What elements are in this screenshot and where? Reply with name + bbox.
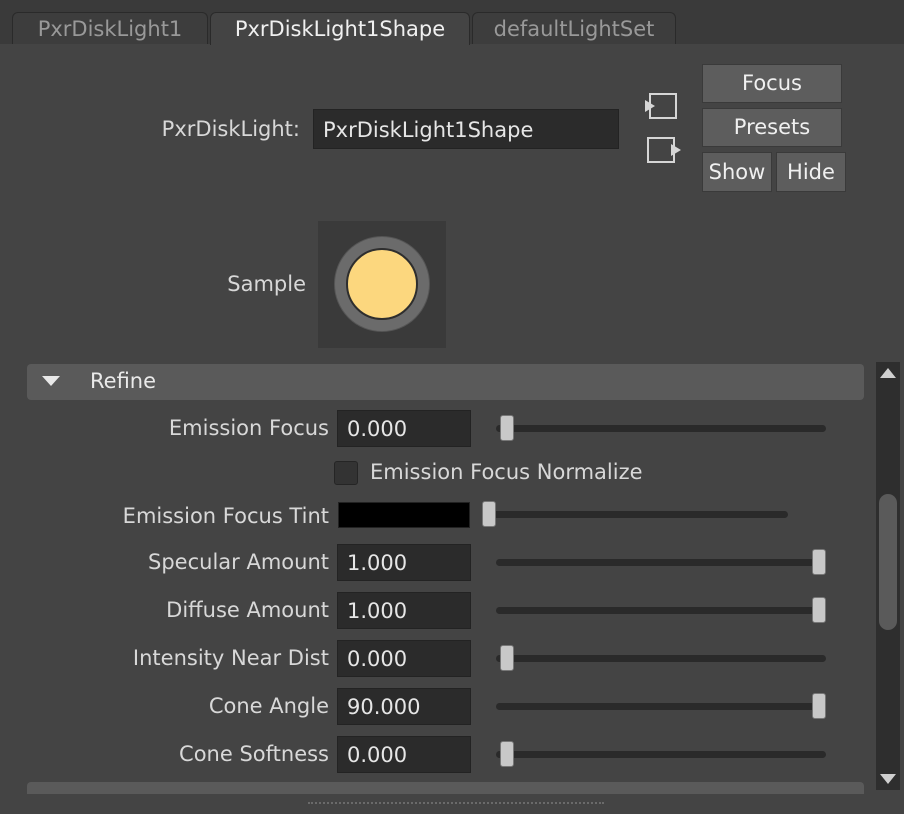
slider-handle[interactable] [500, 645, 514, 671]
attribute-row-cone-softness: Cone Softness 0.000 [27, 736, 864, 776]
attribute-label: Emission Focus Tint [122, 504, 329, 528]
resize-grip[interactable] [308, 802, 604, 804]
expand-triangle-icon[interactable] [42, 376, 60, 386]
diffuse-amount-field[interactable]: 1.000 [337, 592, 471, 629]
vertical-scrollbar[interactable] [876, 362, 900, 790]
intensity-near-dist-field[interactable]: 0.000 [337, 640, 471, 677]
cone-softness-slider[interactable] [496, 741, 826, 767]
emission-focus-tint-slider[interactable] [482, 501, 788, 527]
next-section-header[interactable] [27, 782, 864, 794]
sample-ring [334, 236, 430, 332]
scroll-up-icon[interactable] [880, 368, 896, 378]
slider-handle[interactable] [500, 741, 514, 767]
attribute-row-specular-amount: Specular Amount 1.000 [27, 544, 864, 584]
slider-handle[interactable] [812, 549, 826, 575]
attribute-row-emission-focus-normalize: Emission Focus Normalize [27, 459, 864, 499]
scroll-down-icon[interactable] [880, 774, 896, 784]
specular-amount-slider[interactable] [496, 549, 826, 575]
presets-button[interactable]: Presets [702, 108, 842, 147]
emission-focus-normalize-checkbox[interactable] [334, 461, 358, 485]
cone-angle-slider[interactable] [496, 693, 826, 719]
show-button[interactable]: Show [702, 152, 772, 192]
attribute-label: Cone Softness [179, 742, 329, 766]
slider-handle[interactable] [482, 501, 496, 527]
sample-swatch [318, 221, 446, 348]
tab-bar: PxrDiskLight1 PxrDiskLight1Shape default… [0, 0, 904, 45]
intensity-near-dist-slider[interactable] [496, 645, 826, 671]
attribute-label: Specular Amount [148, 550, 329, 574]
node-name-field[interactable]: PxrDiskLight1Shape [313, 109, 619, 149]
emission-focus-tint-swatch[interactable] [338, 502, 470, 528]
sample-label: Sample [227, 272, 306, 296]
attribute-row-diffuse-amount: Diffuse Amount 1.000 [27, 592, 864, 632]
checkbox-label: Emission Focus Normalize [370, 460, 643, 484]
tab-shape[interactable]: PxrDiskLight1Shape [210, 12, 470, 45]
attribute-label: Cone Angle [208, 694, 329, 718]
attribute-label: Diffuse Amount [166, 598, 329, 622]
attribute-row-emission-focus-tint: Emission Focus Tint [27, 498, 864, 538]
attribute-row-cone-angle: Cone Angle 90.000 [27, 688, 864, 728]
diffuse-amount-slider[interactable] [496, 597, 826, 623]
tab-light-set[interactable]: defaultLightSet [472, 12, 676, 44]
sample-disk [346, 248, 418, 320]
emission-focus-field[interactable]: 0.000 [337, 410, 471, 447]
attribute-row-intensity-near-dist: Intensity Near Dist 0.000 [27, 640, 864, 680]
hide-button[interactable]: Hide [776, 152, 846, 192]
focus-button[interactable]: Focus [702, 64, 842, 103]
refine-section-header[interactable]: Refine [27, 364, 864, 400]
input-connection-icon[interactable] [645, 92, 679, 120]
attribute-label: Emission Focus [168, 416, 329, 440]
emission-focus-slider[interactable] [496, 415, 826, 441]
refine-section-title: Refine [90, 369, 157, 393]
node-type-label: PxrDiskLight: [161, 117, 300, 141]
scroll-thumb[interactable] [879, 494, 897, 630]
attribute-panel: Refine Emission Focus 0.000 Emission Foc… [27, 364, 864, 794]
cone-softness-field[interactable]: 0.000 [337, 736, 471, 773]
tab-transform[interactable]: PxrDiskLight1 [12, 12, 208, 44]
slider-handle[interactable] [500, 415, 514, 441]
slider-handle[interactable] [812, 597, 826, 623]
attribute-row-emission-focus: Emission Focus 0.000 [27, 410, 864, 450]
attribute-label: Intensity Near Dist [132, 646, 329, 670]
cone-angle-field[interactable]: 90.000 [337, 688, 471, 725]
output-connection-icon[interactable] [645, 136, 683, 164]
specular-amount-field[interactable]: 1.000 [337, 544, 471, 581]
slider-handle[interactable] [812, 693, 826, 719]
